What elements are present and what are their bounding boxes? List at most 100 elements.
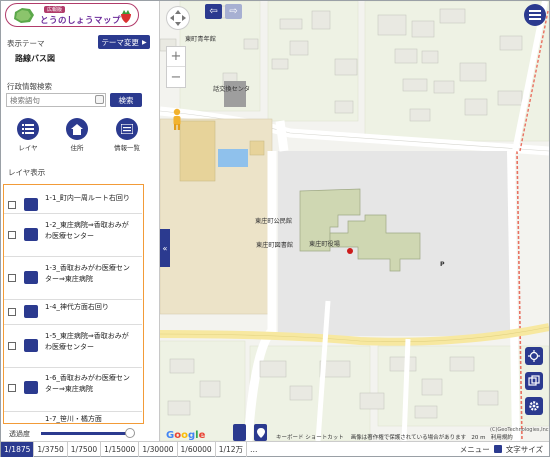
street-view-pegman-icon[interactable] [170,108,184,130]
layer-label: 1-7_笹川・橘方面 [45,415,102,423]
layer-checkbox[interactable] [8,308,16,316]
layer-heading: レイヤ表示 [8,168,46,177]
opacity-slider-fill [41,432,130,435]
search-option-checkbox[interactable] [95,95,104,104]
info-list-tool-label: 情報一覧 [114,144,140,152]
scale-option[interactable]: 1/1875 [1,441,35,457]
scale-option[interactable]: 1/12万 [216,441,248,457]
layer-tool-label: レイヤ [18,144,38,152]
scale-option[interactable]: 1/30000 [139,441,178,457]
scale-option[interactable]: 1/3750 [34,441,68,457]
map-attribution: キーボード ショートカット 画像は著作権で保護されている場合があります 20 m… [276,433,513,441]
info-list-icon [121,124,133,134]
zoom-control: + − [166,46,186,88]
place-label: 東庄町公民館 [255,218,293,225]
current-location-button[interactable] [525,347,543,365]
geotech-copyright: (C)GeoTechnologies,Inc [490,427,549,433]
layer-label: 1-4_神代方面右回り [45,303,109,311]
scale-option[interactable]: 1/15000 [101,441,140,457]
zoom-out-button[interactable]: − [167,67,185,87]
layer-row[interactable]: 1-3_香取おみがわ医療センター⇒東庄病院 [4,261,142,295]
zoom-in-button[interactable]: + [167,47,185,67]
sidebar: 広報版 とうのしょうマップ 表示テーマ テーマ変更 ▶ 路線バス図 行政情報検索… [1,1,160,441]
text-size-link[interactable]: 文字サイズ [506,444,543,455]
place-label: 東庄町図書館 [256,242,294,249]
layer-scrollbar[interactable] [143,195,144,255]
place-label: 東庄町役場 [309,241,340,248]
pin-button[interactable] [254,424,267,441]
place-label: 東町青年館 [185,36,216,43]
map-graphics [160,1,549,441]
hamburger-icon [529,10,541,20]
map-canvas[interactable]: 東町青年館 話交換センタ 東庄町公民館 東庄町図書館 東庄町役場 P [160,1,549,441]
opacity-label: 透過度 [9,430,30,438]
layer-tool-button[interactable]: レイヤ [8,118,48,152]
pan-control[interactable] [166,6,190,30]
logo-line1: 広報版 [44,6,66,13]
sidebar-collapse-button[interactable]: « [160,229,170,267]
layer-checkbox[interactable] [8,384,16,392]
history-back-button[interactable]: ⇦ [205,4,222,19]
town-map-logo-icon [14,8,34,23]
address-tool-button[interactable]: 住所 [57,118,97,152]
text-size-icon [493,445,502,453]
layer-label: 1-5_東庄病院⇒香取おみがわ医療センター [45,332,129,351]
pan-arrows-icon [170,10,186,26]
search-button[interactable]: 検索 [110,93,142,107]
bus-route-icon [24,198,38,211]
google-logo: Google [166,430,206,441]
layer-row[interactable]: 1-2_東庄病院⇒香取おみがわ医療センター [4,218,142,252]
layers-toggle-button[interactable] [525,372,543,390]
layer-checkbox[interactable] [8,201,16,209]
layer-label: 1-6_香取おみがわ医療センター⇒東庄病院 [45,374,130,393]
list-icon [22,124,34,134]
strawberry-icon [121,10,131,23]
layer-list: 1-1_町内一周ルート右回り 1-2_東庄病院⇒香取おみがわ医療センター 1-3… [3,184,144,424]
search-label: 行政情報検索 [7,82,52,91]
layer-label: 1-2_東庄病院⇒香取おみがわ医療センター [45,221,129,240]
footer-links: メニュー 文字サイズ [460,444,549,455]
copy-layers-icon [528,375,540,386]
menu-button[interactable] [524,4,546,26]
scale-bar: 1/1875 1/3750 1/7500 1/15000 1/30000 1/6… [1,441,549,457]
info-list-tool-button[interactable]: 情報一覧 [107,118,147,152]
current-theme: 路線バス図 [15,54,55,63]
layer-checkbox[interactable] [8,231,16,239]
bus-stop-button[interactable] [233,424,246,441]
logo-line2: とうのしょうマップ [40,16,122,26]
theme-label: 表示テーマ [7,39,45,48]
app-logo[interactable]: 広報版 とうのしょうマップ [5,3,139,27]
layer-row[interactable]: 1-5_東庄病院⇒香取おみがわ医療センター [4,329,142,363]
layer-checkbox[interactable] [8,342,16,350]
scale-option[interactable]: … [247,442,261,457]
layer-checkbox[interactable] [8,274,16,282]
layer-row[interactable]: 1-6_香取おみがわ医療センター⇒東庄病院 [4,371,142,405]
settings-button[interactable] [525,397,543,415]
bus-route-icon [24,228,38,241]
change-theme-button[interactable]: テーマ変更 ▶ [98,35,150,49]
layer-label: 1-3_香取おみがわ医療センター⇒東庄病院 [45,264,130,283]
bus-route-icon [24,305,38,318]
play-arrow-icon: ▶ [141,38,147,46]
layer-row[interactable]: 1-7_笹川・橘方面 [4,414,142,423]
search-input[interactable] [6,93,106,107]
layer-label: 1-1_町内一周ルート右回り [45,194,130,202]
gear-icon [529,401,539,411]
history-forward-button[interactable]: ⇨ [225,4,242,19]
layer-row[interactable]: 1-4_神代方面右回り [4,302,142,326]
bus-route-icon [24,271,38,284]
layer-row[interactable]: 1-1_町内一周ルート右回り [4,191,142,221]
scale-option[interactable]: 1/7500 [68,441,102,457]
place-label: 話交換センタ [213,86,251,93]
crosshair-icon [528,350,540,362]
menu-link[interactable]: メニュー [460,444,490,455]
address-tool-label: 住所 [70,144,84,152]
opacity-slider-handle[interactable] [125,428,135,438]
bus-route-icon [24,339,38,352]
home-icon [71,123,83,135]
change-theme-label: テーマ変更 [101,37,139,47]
scale-option[interactable]: 1/60000 [178,441,216,457]
bus-route-icon [24,381,38,394]
parking-label: P [440,261,445,268]
map-pin-icon [256,427,265,438]
